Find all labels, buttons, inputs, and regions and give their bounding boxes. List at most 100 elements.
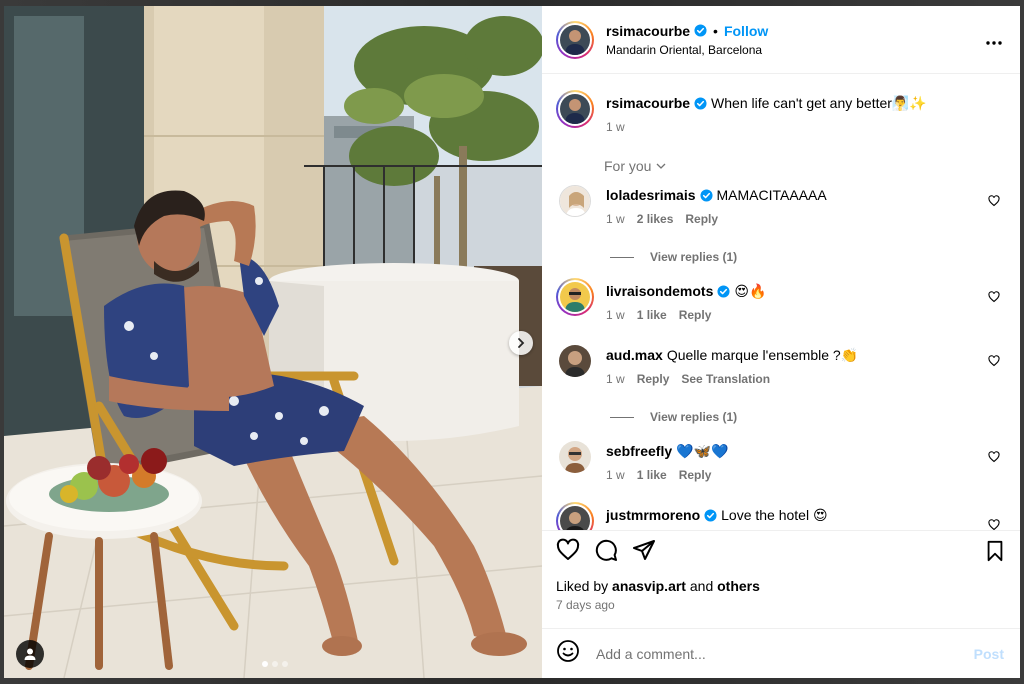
post-location[interactable]: Mandarin Oriental, Barcelona bbox=[606, 43, 768, 57]
verified-badge-icon bbox=[694, 96, 707, 110]
heart-icon bbox=[556, 538, 580, 560]
liked-by-and: and bbox=[689, 578, 714, 594]
author-username[interactable]: rsimacourbe bbox=[606, 23, 690, 39]
more-options-button[interactable] bbox=[986, 32, 1002, 50]
comment-row: sebfreefly 💙🦋💙 1 w 1 like Reply bbox=[556, 438, 1006, 482]
view-replies-button[interactable]: View replies (1) bbox=[610, 410, 737, 424]
for-you-sort[interactable]: For you bbox=[604, 158, 667, 174]
comment-likes[interactable]: 1 like bbox=[637, 308, 667, 322]
comment-username[interactable]: sebfreefly bbox=[606, 442, 672, 460]
comment-row: aud.max Quelle marque l'ensemble ?👏 1 w … bbox=[556, 342, 1006, 386]
comment-button[interactable] bbox=[594, 538, 618, 562]
tagged-users-button[interactable] bbox=[16, 640, 44, 668]
caption-time[interactable]: 1 w bbox=[606, 120, 625, 134]
comment-text: Love the hotel 😍 bbox=[721, 507, 828, 523]
comment-username[interactable]: justmrmoreno bbox=[606, 506, 700, 524]
like-comment-button[interactable] bbox=[988, 518, 1000, 530]
caption-avatar-image bbox=[560, 94, 590, 124]
comment-avatar[interactable] bbox=[556, 438, 594, 476]
emoji-button[interactable] bbox=[556, 639, 580, 668]
emoji-icon bbox=[557, 640, 579, 662]
post-modal: rsimacourbe • Follow Mandarin Oriental, … bbox=[4, 6, 1020, 678]
comment-username[interactable]: aud.max bbox=[606, 346, 663, 364]
verified-badge-icon bbox=[704, 508, 717, 522]
heart-icon bbox=[988, 355, 1000, 367]
carousel-dot bbox=[272, 661, 278, 667]
view-replies-label: View replies (1) bbox=[650, 410, 738, 424]
comment-avatar[interactable] bbox=[556, 342, 594, 380]
comment-input[interactable] bbox=[596, 645, 956, 662]
view-replies-button[interactable]: View replies (1) bbox=[610, 250, 737, 264]
comment-row: livraisondemots 😍🔥 1 w 1 like Reply bbox=[556, 278, 1006, 322]
reply-button[interactable]: Reply bbox=[679, 468, 712, 482]
comment-avatar[interactable] bbox=[556, 182, 594, 220]
comment-avatar-image bbox=[559, 441, 591, 473]
paper-plane-icon bbox=[633, 539, 655, 560]
post-date[interactable]: 7 days ago bbox=[556, 598, 1006, 612]
comment-username[interactable]: loladesrimais bbox=[606, 186, 696, 204]
author-avatar-image bbox=[560, 24, 590, 55]
comment-text: MAMACITAAAAA bbox=[716, 187, 827, 203]
verified-badge-icon bbox=[717, 284, 730, 298]
verified-badge-icon bbox=[694, 24, 707, 37]
caption-row: rsimacourbe When life can't get any bett… bbox=[556, 90, 1006, 134]
share-button[interactable] bbox=[632, 538, 656, 562]
carousel-dot bbox=[282, 661, 288, 667]
comments-section[interactable]: rsimacourbe When life can't get any bett… bbox=[542, 74, 1020, 530]
post-actions-bar bbox=[542, 530, 1020, 568]
next-image-button[interactable] bbox=[509, 331, 533, 355]
carousel-indicator bbox=[262, 661, 288, 667]
replies-divider bbox=[610, 416, 634, 418]
liked-by-line: Liked by anasvip.art and others bbox=[556, 578, 1006, 594]
like-comment-button[interactable] bbox=[988, 194, 1000, 212]
like-comment-button[interactable] bbox=[988, 354, 1000, 372]
comment-avatar-image bbox=[560, 506, 590, 530]
follow-button[interactable]: Follow bbox=[724, 23, 768, 39]
comment-likes[interactable]: 2 likes bbox=[637, 212, 674, 226]
liked-by-user[interactable]: anasvip.art bbox=[612, 578, 686, 594]
view-replies-label: View replies (1) bbox=[650, 250, 738, 264]
comment-time[interactable]: 1 w bbox=[606, 372, 625, 386]
reply-button[interactable]: Reply bbox=[685, 212, 718, 226]
reply-button[interactable]: Reply bbox=[679, 308, 712, 322]
save-button[interactable] bbox=[984, 540, 1006, 567]
heart-icon bbox=[988, 519, 1000, 530]
comment-time[interactable]: 1 w bbox=[606, 212, 625, 226]
carousel-dot-active bbox=[262, 661, 268, 667]
comment-text: 😍🔥 bbox=[734, 283, 767, 299]
comment-avatar[interactable] bbox=[556, 278, 594, 316]
see-translation-button[interactable]: See Translation bbox=[681, 372, 770, 386]
author-avatar[interactable] bbox=[556, 20, 594, 59]
like-comment-button[interactable] bbox=[988, 290, 1000, 308]
comment-bubble-icon bbox=[595, 539, 617, 561]
comment-time[interactable]: 1 w bbox=[606, 468, 625, 482]
bookmark-icon bbox=[987, 540, 1003, 562]
caption-avatar[interactable] bbox=[556, 90, 594, 128]
comment-avatar-image bbox=[560, 282, 590, 312]
post-image bbox=[4, 6, 542, 678]
comment-avatar[interactable] bbox=[556, 502, 594, 530]
comment-avatar-image bbox=[559, 345, 591, 377]
reply-button[interactable]: Reply bbox=[637, 372, 670, 386]
comment-avatar-image bbox=[560, 186, 590, 216]
like-comment-button[interactable] bbox=[988, 450, 1000, 468]
verified-badge-icon bbox=[699, 188, 713, 202]
add-comment-bar: Post bbox=[542, 628, 1020, 678]
chevron-right-icon bbox=[518, 338, 525, 348]
more-horizontal-icon bbox=[986, 41, 1002, 45]
for-you-label: For you bbox=[604, 158, 652, 174]
likes-summary: Liked by anasvip.art and others 7 days a… bbox=[542, 568, 1020, 628]
separator-dot: • bbox=[713, 22, 718, 39]
comment-time[interactable]: 1 w bbox=[606, 308, 625, 322]
post-side-panel: rsimacourbe • Follow Mandarin Oriental, … bbox=[542, 6, 1020, 678]
comment-username[interactable]: livraisondemots bbox=[606, 282, 713, 300]
comment-text: 💙🦋💙 bbox=[676, 443, 729, 459]
caption-username[interactable]: rsimacourbe bbox=[606, 94, 690, 112]
like-button[interactable] bbox=[556, 538, 580, 562]
comment-likes[interactable]: 1 like bbox=[637, 468, 667, 482]
liked-by-others[interactable]: others bbox=[717, 578, 760, 594]
post-comment-button[interactable]: Post bbox=[974, 646, 1004, 662]
heart-icon bbox=[988, 195, 1000, 207]
post-photo[interactable] bbox=[4, 6, 542, 678]
comment-row: justmrmoreno Love the hotel 😍 bbox=[556, 502, 1006, 530]
